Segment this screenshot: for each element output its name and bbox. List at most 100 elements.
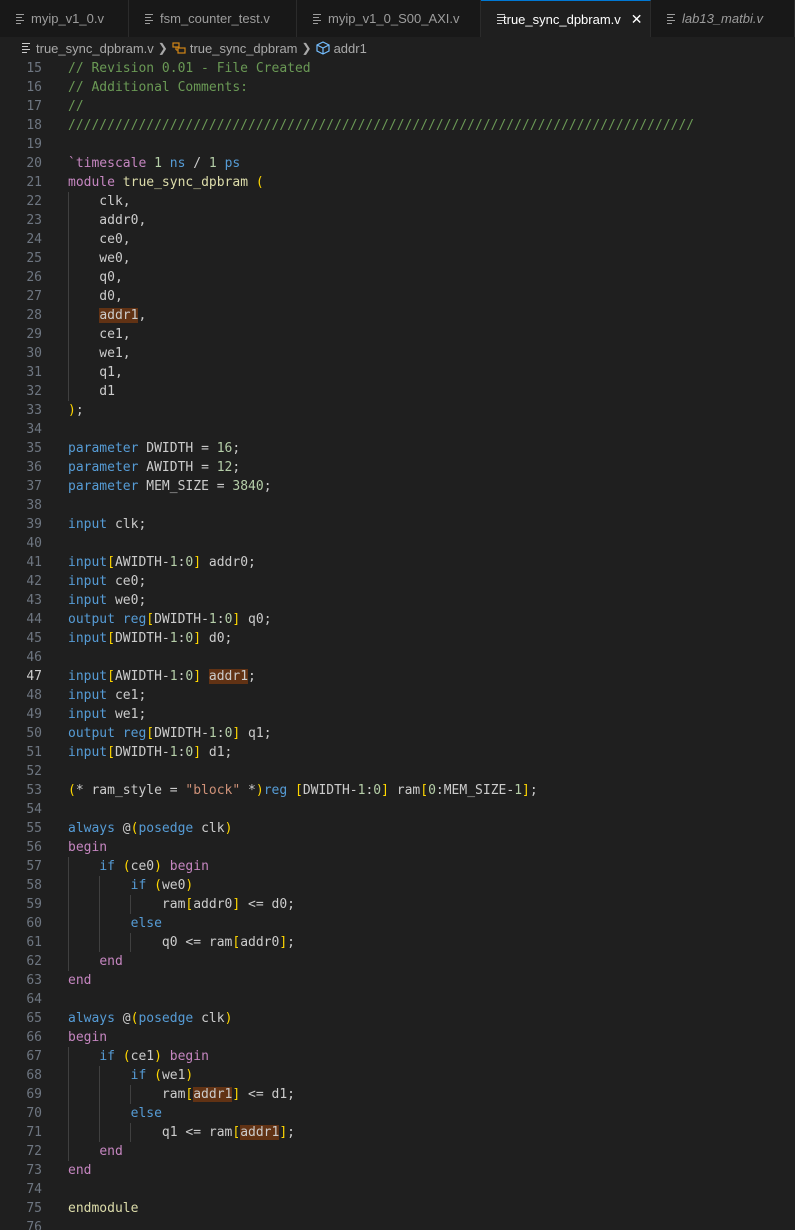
code-line[interactable]: 24 ce0,	[0, 230, 795, 249]
code-line[interactable]: 74	[0, 1180, 795, 1199]
tab-true-sync-dpbram-v[interactable]: true_sync_dpbram.v ✕	[481, 0, 651, 37]
breadcrumb-file[interactable]: true_sync_dpbram.v	[22, 41, 154, 56]
code-line[interactable]: 32 d1	[0, 382, 795, 401]
code-line[interactable]: 63 end	[0, 971, 795, 990]
code-line[interactable]: 33);	[0, 401, 795, 420]
line-number: 40	[26, 536, 42, 551]
code-text: parameter DWIDTH = 16;	[68, 441, 241, 456]
code-line[interactable]: 15 // Revision 0.01 - File Created	[0, 59, 795, 78]
code-text: //	[68, 99, 84, 114]
code-line[interactable]: 43 input we0;	[0, 591, 795, 610]
code-line[interactable]: 61 q0 <= ram[addr0];	[0, 933, 795, 952]
code-line[interactable]: 71 q1 <= ram[addr1];	[0, 1123, 795, 1142]
indent-guide	[130, 933, 132, 952]
code-line[interactable]: 48 input ce1;	[0, 686, 795, 705]
code-text: q1,	[68, 365, 123, 380]
code-line[interactable]: 30 we1,	[0, 344, 795, 363]
code-text: parameter MEM_SIZE = 3840;	[68, 479, 272, 494]
code-line[interactable]: 41 input[AWIDTH-1:0] addr0;	[0, 553, 795, 572]
code-line[interactable]: 67 if (ce1) begin	[0, 1047, 795, 1066]
code-line[interactable]: 70 else	[0, 1104, 795, 1123]
code-line[interactable]: 47 input[AWIDTH-1:0] addr1;	[0, 667, 795, 686]
line-number: 51	[26, 745, 42, 760]
code-line[interactable]: 20 `timescale 1 ns / 1 ps	[0, 154, 795, 173]
code-line[interactable]: 54	[0, 800, 795, 819]
line-number: 73	[26, 1163, 42, 1178]
tab-myip-v1-0-s00-axi-v[interactable]: myip_v1_0_S00_AXI.v	[297, 0, 481, 37]
line-number: 39	[26, 517, 42, 532]
code-text: ce0,	[68, 232, 131, 247]
line-number: 63	[26, 973, 42, 988]
code-line[interactable]: 25 we0,	[0, 249, 795, 268]
code-line[interactable]: 42 input ce0;	[0, 572, 795, 591]
code-line[interactable]: 75 endmodule	[0, 1199, 795, 1218]
code-line[interactable]: 51 input[DWIDTH-1:0] d1;	[0, 743, 795, 762]
code-text: input ce1;	[68, 688, 147, 703]
code-line[interactable]: 72 end	[0, 1142, 795, 1161]
code-line[interactable]: 76	[0, 1218, 795, 1230]
code-line[interactable]: 35 parameter DWIDTH = 16;	[0, 439, 795, 458]
code-line[interactable]: 27 d0,	[0, 287, 795, 306]
code-line[interactable]: 38	[0, 496, 795, 515]
code-line[interactable]: 62 end	[0, 952, 795, 971]
breadcrumb-module[interactable]: true_sync_dpbram	[172, 41, 298, 56]
code-line[interactable]: 60 else	[0, 914, 795, 933]
code-line[interactable]: 19	[0, 135, 795, 154]
code-line[interactable]: 29 ce1,	[0, 325, 795, 344]
tab-bar: myip_v1_0.v fsm_counter_test.v myip_v1_0_S…	[0, 0, 795, 38]
tab-fsm-counter-test-v[interactable]: fsm_counter_test.v	[129, 0, 297, 37]
code-line[interactable]: 69 ram[addr1] <= d1;	[0, 1085, 795, 1104]
code-line[interactable]: 49 input we1;	[0, 705, 795, 724]
code-text: input[AWIDTH-1:0] addr0;	[68, 555, 256, 570]
code-line[interactable]: 26 q0,	[0, 268, 795, 287]
line-number: 33	[26, 403, 42, 418]
code-line[interactable]: 55 always @(posedge clk)	[0, 819, 795, 838]
tab-label: fsm_counter_test.v	[160, 11, 270, 26]
tab-myip-v1-0-v[interactable]: myip_v1_0.v	[0, 0, 129, 37]
code-line[interactable]: 56 begin	[0, 838, 795, 857]
breadcrumb-symbol[interactable]: addr1	[315, 41, 367, 56]
tab-label: myip_v1_0.v	[31, 11, 104, 26]
code-line[interactable]: 44 output reg[DWIDTH-1:0] q0;	[0, 610, 795, 629]
tab-lab13-matbi-v[interactable]: lab13_matbi.v	[651, 0, 795, 37]
code-line[interactable]: 18 //////////////////////////////////////…	[0, 116, 795, 135]
line-number: 57	[26, 859, 42, 874]
code-line[interactable]: 36 parameter AWIDTH = 12;	[0, 458, 795, 477]
close-icon[interactable]: ✕	[631, 11, 643, 28]
code-line[interactable]: 58 if (we0)	[0, 876, 795, 895]
code-line[interactable]: 46	[0, 648, 795, 667]
code-line[interactable]: 22 clk,	[0, 192, 795, 211]
code-editor[interactable]: 15 // Revision 0.01 - File Created 16 // Ad…	[0, 59, 795, 1230]
code-line[interactable]: 34	[0, 420, 795, 439]
code-line[interactable]: 39 input clk;	[0, 515, 795, 534]
code-line[interactable]: 57 if (ce0) begin	[0, 857, 795, 876]
code-line[interactable]: 59 ram[addr0] <= d0;	[0, 895, 795, 914]
code-line[interactable]: 64	[0, 990, 795, 1009]
code-line[interactable]: 16 // Additional Comments:	[0, 78, 795, 97]
code-text: always @(posedge clk)	[68, 1011, 233, 1026]
code-line[interactable]: 68 if (we1)	[0, 1066, 795, 1085]
code-text: input clk;	[68, 517, 147, 532]
code-line[interactable]: 21 module true_sync_dpbram (	[0, 173, 795, 192]
code-line[interactable]: 52	[0, 762, 795, 781]
code-line[interactable]: 40	[0, 534, 795, 553]
line-number: 49	[26, 707, 42, 722]
indent-guide	[68, 192, 69, 401]
code-line[interactable]: 23 addr0,	[0, 211, 795, 230]
code-line[interactable]: 50 output reg[DWIDTH-1:0] q1;	[0, 724, 795, 743]
file-lines-icon	[16, 13, 25, 24]
code-line[interactable]: 31 q1,	[0, 363, 795, 382]
code-line[interactable]: 66 begin	[0, 1028, 795, 1047]
code-line[interactable]: 37 parameter MEM_SIZE = 3840;	[0, 477, 795, 496]
code-text: output reg[DWIDTH-1:0] q1;	[68, 726, 272, 741]
code-line[interactable]: 53 (* ram_style = "block" *)reg [DWIDTH-1…	[0, 781, 795, 800]
indent-guide	[68, 857, 69, 971]
code-line[interactable]: 73 end	[0, 1161, 795, 1180]
code-line[interactable]: 45 input[DWIDTH-1:0] d0;	[0, 629, 795, 648]
code-text: // Additional Comments:	[68, 80, 249, 95]
code-line[interactable]: 17 //	[0, 97, 795, 116]
code-line[interactable]: 65 always @(posedge clk)	[0, 1009, 795, 1028]
code-text: q1 <= ram[addr1];	[68, 1125, 295, 1140]
code-text: q0,	[68, 270, 123, 285]
code-line[interactable]: 28 addr1,	[0, 306, 795, 325]
